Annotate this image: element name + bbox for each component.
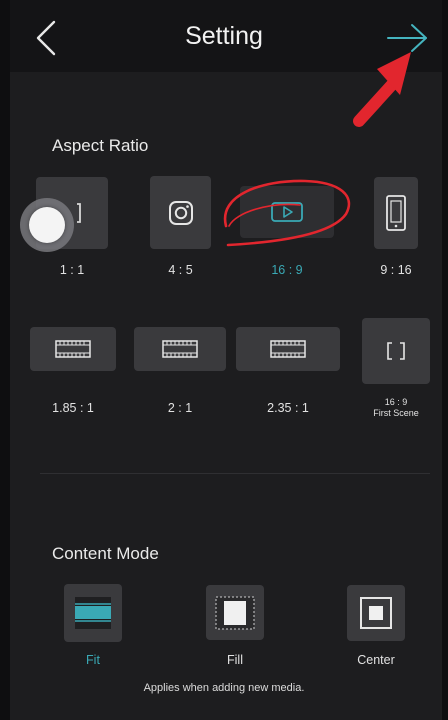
next-button[interactable] (384, 20, 430, 56)
aspect-9-16-option[interactable] (374, 177, 418, 249)
content-mode-fill-option[interactable] (206, 585, 264, 640)
content-mode-fit-label: Fit (86, 653, 100, 667)
content-mode-fit-option[interactable] (64, 584, 122, 642)
aspect-first-scene-ratio: 16 : 9 (384, 397, 408, 407)
content-mode-center-option[interactable] (347, 585, 405, 641)
content-mode-center-label: Center (357, 653, 395, 667)
aspect-1-85-1-label: 1.85 : 1 (52, 401, 94, 415)
aspect-9-16-label: 9 : 16 (380, 263, 412, 277)
phone-icon (386, 195, 406, 231)
aspect-first-scene-option[interactable] (362, 318, 430, 384)
content-mode-note: Applies when adding new media. (143, 682, 305, 694)
aspect-1-1-label: 1 : 1 (59, 263, 85, 277)
film-strip-icon (162, 340, 198, 358)
assistive-touch-button[interactable] (20, 198, 74, 252)
center-icon (360, 597, 392, 629)
instagram-icon (168, 200, 193, 225)
brackets-icon (387, 342, 405, 360)
aspect-ratio-heading: Aspect Ratio (52, 136, 149, 155)
film-strip-icon (270, 340, 306, 358)
assistive-touch-knob (29, 207, 65, 243)
aspect-4-5-label: 4 : 5 (168, 263, 193, 277)
page-title: Setting (185, 22, 263, 50)
arrow-right-icon (387, 24, 427, 52)
aspect-2-35-1-label: 2.35 : 1 (267, 401, 309, 415)
aspect-4-5-option[interactable] (150, 176, 211, 249)
aspect-16-9-option[interactable] (240, 186, 334, 238)
left-edge (0, 0, 10, 720)
section-divider (40, 473, 430, 474)
content-mode-fill-label: Fill (227, 653, 243, 667)
right-edge (442, 0, 448, 720)
aspect-first-scene-caption: First Scene (373, 408, 419, 418)
aspect-1-85-1-option[interactable] (30, 327, 116, 371)
aspect-2-35-1-option[interactable] (236, 327, 340, 371)
film-strip-icon (55, 340, 91, 358)
aspect-16-9-label: 16 : 9 (271, 263, 303, 277)
youtube-play-icon (271, 202, 303, 222)
aspect-2-1-option[interactable] (134, 327, 226, 371)
content-mode-heading: Content Mode (52, 544, 159, 563)
aspect-2-1-label: 2 : 1 (167, 401, 193, 415)
fit-icon (75, 597, 111, 629)
fill-icon (215, 596, 255, 629)
